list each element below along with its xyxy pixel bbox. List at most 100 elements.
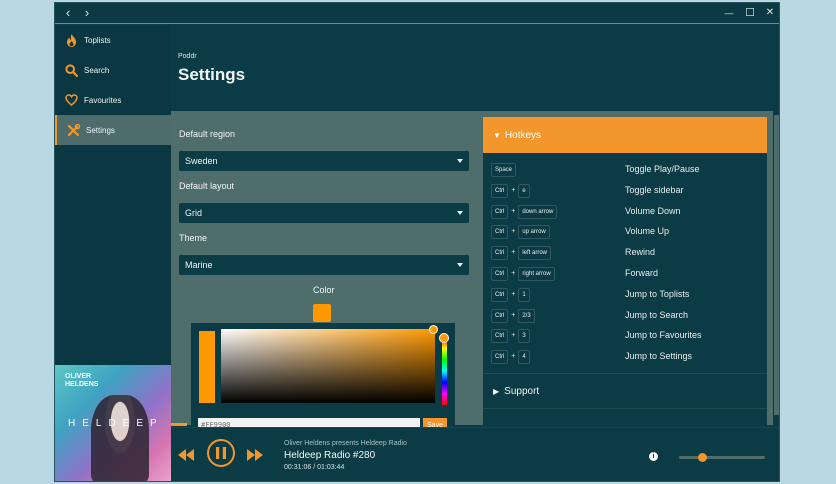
hotkey-row: Ctrl + e Toggle sidebar: [491, 183, 761, 199]
hotkey-row: Ctrl + down arrow Volume Down: [491, 204, 761, 220]
scrollbar[interactable]: [773, 111, 779, 425]
hotkey-row: Ctrl +3 Jump to Favourites: [491, 329, 761, 344]
key-cap: Ctrl: [491, 183, 509, 198]
color-label: Color: [313, 285, 335, 295]
key-cap: 2/3: [518, 308, 535, 323]
playback-progress[interactable]: [171, 423, 187, 426]
hue-slider[interactable]: [442, 337, 447, 405]
caret-down-icon: ▼: [493, 130, 501, 140]
hotkeys-panel: ▼ Hotkeys Space Toggle Play/Pause Ctrl + e To…: [483, 117, 767, 425]
layout-select[interactable]: Grid: [179, 203, 469, 223]
hotkey-row: Ctrl + up arrow Volume Up: [491, 225, 761, 240]
plus-sign: +: [511, 249, 516, 257]
region-select[interactable]: Sweden: [179, 151, 469, 171]
hue-thumb[interactable]: [439, 333, 449, 343]
hotkey-row: Ctrl +2/3 Jump to Search: [491, 308, 761, 324]
hotkey-action: Volume Up: [625, 226, 670, 237]
saturation-area[interactable]: [221, 329, 435, 403]
color-preview: [199, 331, 215, 403]
scrollbar-thumb[interactable]: [774, 115, 779, 415]
key-cap: Ctrl: [491, 267, 509, 281]
minimize-button[interactable]: —: [722, 5, 736, 21]
episode-time: 00:31:06 / 01:03:44: [284, 464, 345, 471]
hotkey-row: Ctrl +4 Jump to Settings: [491, 350, 761, 365]
pause-button[interactable]: [207, 439, 235, 467]
key-cap: Space: [491, 163, 517, 177]
hotkey-action: Forward: [625, 268, 659, 278]
search-icon: [64, 63, 78, 77]
sidebar-item-toplists[interactable]: Toplists: [55, 25, 171, 55]
chevron-down-icon: [457, 263, 463, 267]
plus-sign: +: [511, 353, 516, 361]
hotkey-row: Ctrl +1 Jump to Toplists: [491, 287, 761, 303]
rewind-icon[interactable]: [178, 448, 194, 466]
maximize-button[interactable]: ☐: [743, 5, 757, 21]
hotkey-row: Ctrl + right arrow Forward: [491, 267, 761, 282]
album-wordmark: HELDEEP: [68, 418, 164, 429]
breadcrumb: Poddr: [178, 53, 197, 60]
key-cap: Ctrl: [491, 287, 509, 302]
saturation-thumb[interactable]: [429, 325, 438, 334]
hotkey-action: Toggle sidebar: [625, 184, 684, 195]
hotkey-action: Volume Down: [625, 205, 681, 216]
hotkey-action: Rewind: [625, 247, 656, 258]
plus-sign: +: [511, 270, 516, 277]
sidebar: Toplists Search Favourites Settings OLIV…: [55, 25, 171, 481]
album-artist-text: OLIVER HELDENS: [65, 373, 99, 388]
hotkey-action: Jump to Search: [625, 309, 689, 320]
tools-icon: [66, 123, 80, 137]
back-button[interactable]: ‹: [61, 5, 75, 21]
plus-sign: +: [511, 207, 516, 215]
hotkey-action: Jump to Settings: [625, 351, 693, 362]
fast-forward-icon[interactable]: [247, 448, 263, 466]
key-cap: e: [518, 183, 530, 198]
key-cap: up arrow: [518, 225, 550, 240]
sidebar-item-settings[interactable]: Settings: [55, 115, 171, 145]
key-cap: Ctrl: [491, 308, 509, 323]
artist-photo: [91, 395, 149, 481]
hotkey-action: Jump to Toplists: [625, 288, 690, 299]
key-cap: Ctrl: [491, 350, 509, 365]
sidebar-item-favourites[interactable]: Favourites: [55, 85, 171, 115]
caret-right-icon: ▶: [493, 386, 500, 396]
episode-title: Heldeep Radio #280: [284, 450, 376, 461]
sidebar-item-label: Settings: [86, 125, 115, 135]
region-label: Default region: [179, 129, 236, 139]
volume-thumb[interactable]: [698, 453, 708, 462]
page-title: Settings: [178, 65, 246, 84]
plus-sign: +: [511, 332, 516, 340]
episode-podcast: Oliver Heldens presents Heldeep Radio: [284, 440, 407, 447]
key-cap: down arrow: [518, 204, 558, 219]
key-cap: Ctrl: [491, 329, 509, 344]
key-cap: Ctrl: [491, 246, 509, 261]
volume-slider[interactable]: [679, 453, 765, 462]
heart-icon: [64, 93, 78, 107]
hotkey-row: Ctrl + left arrow Rewind: [491, 246, 761, 261]
sidebar-item-label: Toplists: [84, 35, 111, 45]
forward-button[interactable]: ›: [80, 5, 94, 21]
hotkeys-header[interactable]: ▼ Hotkeys: [483, 117, 767, 153]
color-picker: #FF9900 Save: [191, 323, 455, 435]
key-cap: 1: [518, 287, 530, 302]
key-cap: Ctrl: [491, 225, 509, 240]
key-cap: 4: [518, 350, 530, 365]
album-cover[interactable]: OLIVER HELDENS HELDEEP: [55, 365, 171, 481]
app-window: ‹ › — ☐ ✕ Toplists Search Favourites Set…: [54, 2, 780, 482]
support-section[interactable]: ▶ Support: [483, 373, 767, 409]
flame-icon: [64, 33, 78, 47]
hotkey-action: Jump to Favourites: [625, 330, 702, 341]
sidebar-item-label: Search: [84, 65, 110, 75]
theme-select[interactable]: Marine: [179, 255, 469, 275]
hotkey-action: Toggle Play/Pause: [625, 164, 700, 174]
color-swatch[interactable]: [313, 304, 331, 322]
title-bar: ‹ › — ☐ ✕: [55, 3, 779, 24]
sidebar-item-search[interactable]: Search: [55, 55, 171, 85]
player-bar: Oliver Heldens presents Heldeep Radio He…: [171, 427, 779, 481]
key-cap: 3: [518, 329, 530, 344]
sidebar-item-label: Favourites: [84, 95, 122, 105]
pause-icon: [216, 447, 226, 459]
info-icon[interactable]: i: [649, 452, 658, 461]
chevron-down-icon: [457, 159, 463, 163]
close-button[interactable]: ✕: [763, 5, 777, 21]
chevron-down-icon: [457, 211, 463, 215]
